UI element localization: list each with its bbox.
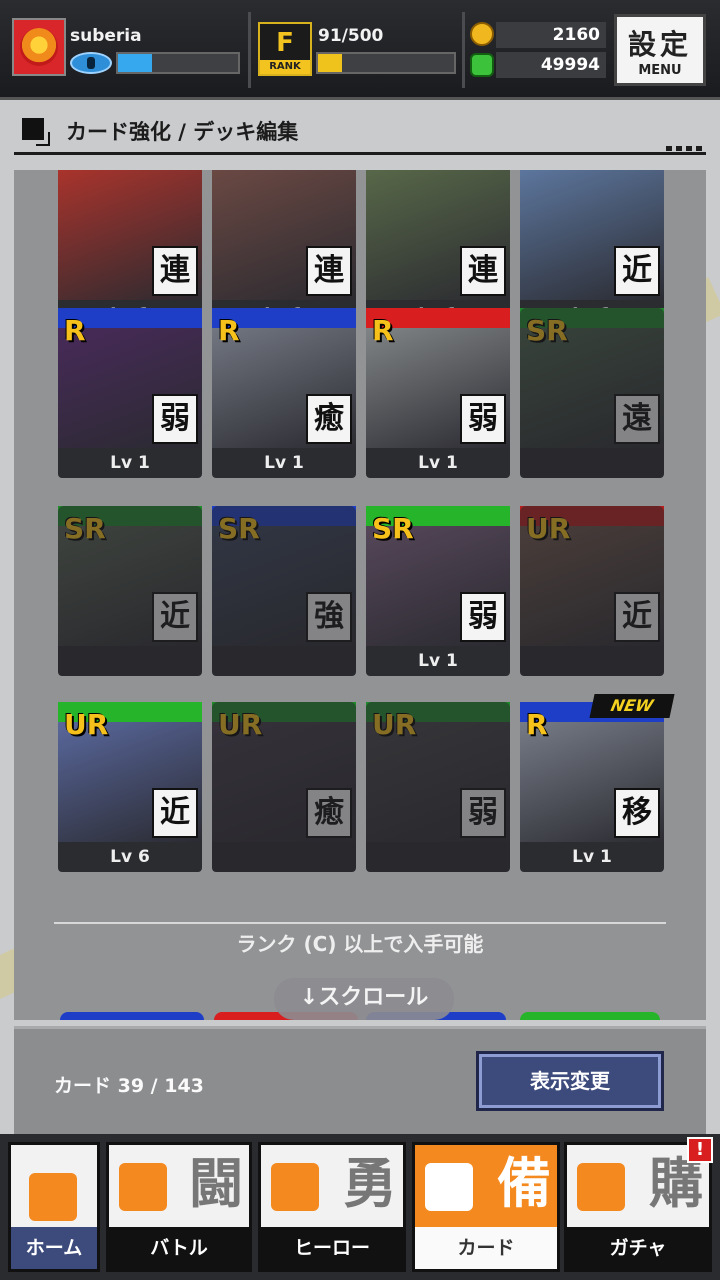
battle-icon (119, 1163, 167, 1211)
card-role-badge: 弱 (460, 394, 506, 444)
card-item[interactable]: 連Lv 1 (366, 170, 510, 330)
gem-icon (470, 53, 494, 77)
gem-count: 49994 (496, 52, 606, 78)
card-item[interactable]: 連Lv 1 (212, 170, 356, 330)
player-name: suberia (70, 26, 142, 46)
card-locked-overlay (212, 702, 356, 872)
section-underline (14, 146, 706, 155)
card-level: Lv 1 (366, 448, 510, 478)
nav-gacha[interactable]: 購ガチャ! (564, 1137, 713, 1272)
card-role-badge: 近 (152, 788, 198, 838)
card-locked-overlay (520, 308, 664, 478)
card-item[interactable]: R 移 Lv 1 NEW (520, 694, 675, 872)
card-role-badge: 癒 (306, 394, 352, 444)
exp-bar (316, 52, 456, 74)
divider (248, 12, 251, 88)
card-level: Lv 1 (520, 842, 664, 872)
menu-label: MENU (638, 63, 682, 78)
home-icon (29, 1173, 77, 1221)
card-item[interactable]: R 弱 Lv 1 (366, 308, 510, 478)
card-role-badge: 弱 (460, 592, 506, 642)
page-title: カード強化 / デッキ編集 (66, 120, 299, 144)
card-item[interactable]: SR 弱 Lv 1 (366, 506, 510, 676)
section-header: カード強化 / デッキ編集 (14, 112, 706, 156)
card-item[interactable]: R 弱 Lv 1 (58, 308, 202, 478)
footer-panel: カード 39 / 143 表示変更 (14, 1026, 706, 1134)
card-role-badge: 連 (460, 246, 506, 296)
rank-icon: F RANK (258, 22, 312, 76)
stamina-fill (118, 54, 152, 72)
card-rarity: R (64, 314, 86, 347)
card-grid[interactable]: ランク (C) 以上で入手可能 ↓スクロール 連Lv 1連Lv 1連Lv 1近L… (14, 170, 706, 1020)
card-icon (425, 1163, 473, 1211)
card-role-badge: 連 (306, 246, 352, 296)
card-level: Lv 1 (58, 448, 202, 478)
status-bar: suberia F RANK 91/500 2160 49994 設定 MENU (0, 0, 720, 100)
hero-icon (271, 1163, 319, 1211)
nav-label: ガチャ (567, 1227, 709, 1269)
card-role-badge: 弱 (152, 394, 198, 444)
rank-note: ランク (C) 以上で入手可能 (54, 922, 666, 957)
gacha-icon (577, 1163, 625, 1211)
card-item[interactable]: R 癒 Lv 1 (212, 308, 356, 478)
next-card-row-preview (520, 1012, 660, 1020)
card-item[interactable]: 連Lv 1 (58, 170, 202, 330)
card-locked-overlay (58, 506, 202, 676)
nav-battle[interactable]: 闘バトル (106, 1142, 252, 1272)
card-item[interactable]: SR遠 (520, 308, 664, 478)
nav-home[interactable]: ホーム (8, 1142, 100, 1272)
coin-icon (470, 22, 494, 46)
card-rarity: R (218, 314, 240, 347)
nav-kanji: 闘 (189, 1152, 243, 1215)
nav-label: バトル (109, 1227, 249, 1269)
alert-badge: ! (687, 1137, 713, 1163)
menu-button[interactable]: 設定 MENU (614, 14, 706, 86)
view-change-button[interactable]: 表示変更 (476, 1051, 664, 1111)
bottom-nav: ホーム闘バトル勇ヒーロー備カード購ガチャ! (0, 1134, 720, 1280)
rank-letter: F (276, 28, 294, 58)
card-role-badge: 近 (614, 246, 660, 296)
coin-count: 2160 (496, 22, 606, 48)
card-level: Lv 6 (58, 842, 202, 872)
card-role-badge: 移 (614, 788, 660, 838)
card-rarity: UR (64, 708, 109, 741)
nav-label: ヒーロー (261, 1227, 403, 1269)
nav-hero[interactable]: 勇ヒーロー (258, 1142, 406, 1272)
card-item[interactable]: SR強 (212, 506, 356, 676)
card-item[interactable]: SR近 (58, 506, 202, 676)
menu-kanji: 設定 (627, 28, 692, 61)
next-card-row-preview (60, 1012, 204, 1020)
rank-label: RANK (260, 60, 310, 74)
card-item[interactable]: UR癒 (212, 702, 356, 872)
eye-icon (70, 52, 112, 74)
exp-fill (318, 54, 343, 72)
player-avatar[interactable] (12, 18, 66, 76)
card-rarity: SR (372, 512, 414, 545)
card-rarity: R (372, 314, 394, 347)
card-item[interactable]: UR近 (520, 506, 664, 676)
scroll-hint: ↓スクロール (274, 978, 454, 1020)
card-locked-overlay (212, 506, 356, 676)
card-item[interactable]: UR 近 Lv 6 (58, 702, 202, 872)
card-locked-overlay (366, 702, 510, 872)
nav-label: カード (415, 1227, 557, 1269)
divider (462, 12, 465, 88)
nav-kanji: 勇 (343, 1152, 397, 1215)
card-item[interactable]: 近Lv 1 (520, 170, 664, 330)
nav-card[interactable]: 備カード (412, 1142, 560, 1272)
new-tag: NEW (589, 694, 675, 718)
card-count: カード 39 / 143 (54, 1075, 204, 1097)
card-rarity: R (526, 708, 548, 741)
stamina-bar (116, 52, 240, 74)
exp-text: 91/500 (318, 26, 384, 46)
card-item[interactable]: UR弱 (366, 702, 510, 872)
card-role-badge: 連 (152, 246, 198, 296)
nav-kanji: 備 (497, 1152, 551, 1215)
card-level: Lv 1 (212, 448, 356, 478)
card-level: Lv 1 (366, 646, 510, 676)
avatar-emblem-icon (20, 28, 58, 66)
nav-label: ホーム (11, 1227, 97, 1269)
square-icon (22, 118, 50, 146)
card-locked-overlay (520, 506, 664, 676)
